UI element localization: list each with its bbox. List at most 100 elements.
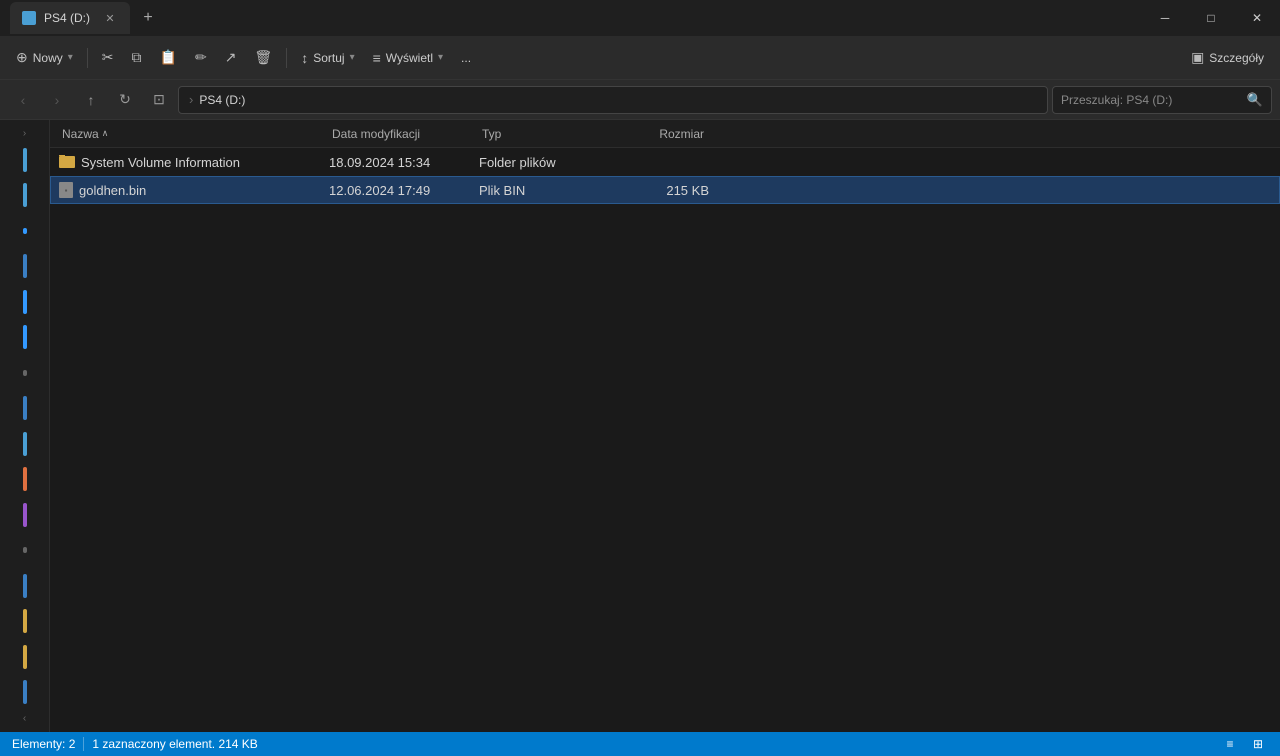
- window-controls: ─ □ ✕: [1142, 0, 1280, 36]
- main-area: ›: [0, 120, 1280, 732]
- title-bar: PS4 (D:) ✕ + ─ □ ✕: [0, 0, 1280, 36]
- column-headers: Nazwa ∧ Data modyfikacji Typ Rozmiar: [50, 120, 1280, 148]
- col-header-date[interactable]: Data modyfikacji: [328, 127, 478, 141]
- search-bar[interactable]: Przeszukaj: PS4 (D:) 🔍: [1052, 86, 1272, 114]
- sidebar-expand-button[interactable]: ›: [17, 126, 33, 140]
- minimize-button[interactable]: ─: [1142, 0, 1188, 36]
- address-bar: ‹ › ↑ ↻ ⊡ › PS4 (D:) Przeszukaj: PS4 (D:…: [0, 80, 1280, 120]
- path-picker-button[interactable]: ⊡: [144, 86, 174, 114]
- details-button[interactable]: ▣ Szczegóły: [1183, 42, 1272, 74]
- sidebar-item-9[interactable]: [6, 427, 44, 460]
- paste-button[interactable]: 📋: [152, 42, 185, 74]
- copy-button[interactable]: ⧉: [124, 42, 150, 74]
- file-size: 215 KB: [666, 183, 709, 198]
- sidebar-item-16[interactable]: [6, 675, 44, 708]
- sidebar: ›: [0, 120, 50, 732]
- sidebar-bar-2: [23, 183, 27, 207]
- sidebar-item-6[interactable]: [6, 321, 44, 354]
- sidebar-item-14[interactable]: [6, 604, 44, 637]
- sidebar-bar-3: [23, 228, 27, 234]
- tab-close-button[interactable]: ✕: [102, 10, 118, 26]
- table-row[interactable]: System Volume Information 18.09.2024 15:…: [50, 148, 1280, 176]
- sidebar-bar-5: [23, 290, 27, 314]
- file-name-cell: ▪ goldhen.bin: [59, 182, 329, 198]
- list-view-button[interactable]: ≡: [1220, 734, 1240, 754]
- col-header-size[interactable]: Rozmiar: [608, 127, 708, 141]
- forward-button[interactable]: ›: [42, 86, 72, 114]
- grid-view-button[interactable]: ⊞: [1248, 734, 1268, 754]
- status-separator: [83, 737, 84, 751]
- toolbar-sep-2: [286, 48, 287, 68]
- sidebar-bar-13: [23, 574, 27, 598]
- status-bar: Elementy: 2 1 zaznaczony element. 214 KB…: [0, 732, 1280, 756]
- tab-title: PS4 (D:): [44, 11, 94, 25]
- sidebar-item-2[interactable]: [6, 179, 44, 212]
- share-button[interactable]: ↗: [217, 42, 245, 74]
- table-row[interactable]: ▪ goldhen.bin 12.06.2024 17:49 Plik BIN …: [50, 176, 1280, 204]
- more-button[interactable]: ...: [453, 42, 479, 74]
- toolbar-sep-1: [87, 48, 88, 68]
- sidebar-bar-1: [23, 148, 27, 172]
- file-type: Plik BIN: [479, 183, 525, 198]
- sidebar-collapse-button[interactable]: ‹: [17, 712, 33, 726]
- file-type: Folder plików: [479, 155, 556, 170]
- file-date-cell: 12.06.2024 17:49: [329, 183, 479, 198]
- sidebar-item-8[interactable]: [6, 391, 44, 424]
- delete-icon: 🗑: [254, 49, 272, 66]
- share-icon: ↗: [225, 49, 237, 66]
- close-button[interactable]: ✕: [1234, 0, 1280, 36]
- sidebar-item-3[interactable]: [6, 214, 44, 247]
- status-right-controls: ≡ ⊞: [1220, 734, 1268, 754]
- cut-button[interactable]: ✂: [94, 42, 122, 74]
- sidebar-bar-7: [23, 370, 27, 376]
- paste-icon: 📋: [160, 49, 177, 66]
- view-button[interactable]: ≡ Wyświetl ▾: [365, 42, 451, 74]
- address-path[interactable]: › PS4 (D:): [178, 86, 1048, 114]
- sidebar-bar-11: [23, 503, 27, 527]
- sort-icon: ↕: [301, 50, 308, 66]
- refresh-button[interactable]: ↻: [110, 86, 140, 114]
- file-list: System Volume Information 18.09.2024 15:…: [50, 148, 1280, 204]
- file-name-cell: System Volume Information: [59, 155, 329, 170]
- file-name: System Volume Information: [81, 155, 240, 170]
- file-area[interactable]: Nazwa ∧ Data modyfikacji Typ Rozmiar Sys…: [50, 120, 1280, 732]
- file-type-cell: Folder plików: [479, 155, 609, 170]
- search-icon[interactable]: 🔍: [1247, 92, 1263, 108]
- file-date: 18.09.2024 15:34: [329, 155, 430, 170]
- sidebar-bar-6: [23, 325, 27, 349]
- delete-button[interactable]: 🗑: [246, 42, 280, 74]
- rename-button[interactable]: ✏: [187, 42, 215, 74]
- sidebar-item-10[interactable]: [6, 462, 44, 495]
- path-text: PS4 (D:): [199, 93, 245, 107]
- maximize-button[interactable]: □: [1188, 0, 1234, 36]
- sidebar-item-13[interactable]: [6, 569, 44, 602]
- selected-info: 1 zaznaczony element. 214 KB: [92, 737, 257, 751]
- sidebar-bar-12: [23, 547, 27, 553]
- sidebar-item-7[interactable]: [6, 356, 44, 389]
- bin-icon: ▪: [59, 182, 73, 198]
- sidebar-item-15[interactable]: [6, 640, 44, 673]
- active-tab[interactable]: PS4 (D:) ✕: [10, 2, 130, 34]
- col-header-type[interactable]: Typ: [478, 127, 608, 141]
- cut-icon: ✂: [102, 49, 114, 66]
- sidebar-item-11[interactable]: [6, 498, 44, 531]
- view-icon: ≡: [373, 50, 381, 66]
- file-type-cell: Plik BIN: [479, 183, 609, 198]
- new-icon: ⊕: [16, 49, 28, 66]
- sort-button[interactable]: ↕ Sortuj ▾: [293, 42, 362, 74]
- rename-icon: ✏: [195, 49, 207, 66]
- address-chevron: ›: [189, 92, 193, 107]
- tab-icon: [22, 11, 36, 25]
- item-count: Elementy: 2: [12, 737, 75, 751]
- new-tab-button[interactable]: +: [134, 4, 162, 32]
- sidebar-item-1[interactable]: [6, 143, 44, 176]
- sidebar-item-4[interactable]: [6, 250, 44, 283]
- sidebar-bar-9: [23, 432, 27, 456]
- sidebar-item-12[interactable]: [6, 533, 44, 566]
- col-header-name[interactable]: Nazwa ∧: [58, 127, 328, 141]
- sidebar-item-5[interactable]: [6, 285, 44, 318]
- up-button[interactable]: ↑: [76, 86, 106, 114]
- new-button[interactable]: ⊕ Nowy ▾: [8, 42, 81, 74]
- back-button[interactable]: ‹: [8, 86, 38, 114]
- sidebar-bar-16: [23, 680, 27, 704]
